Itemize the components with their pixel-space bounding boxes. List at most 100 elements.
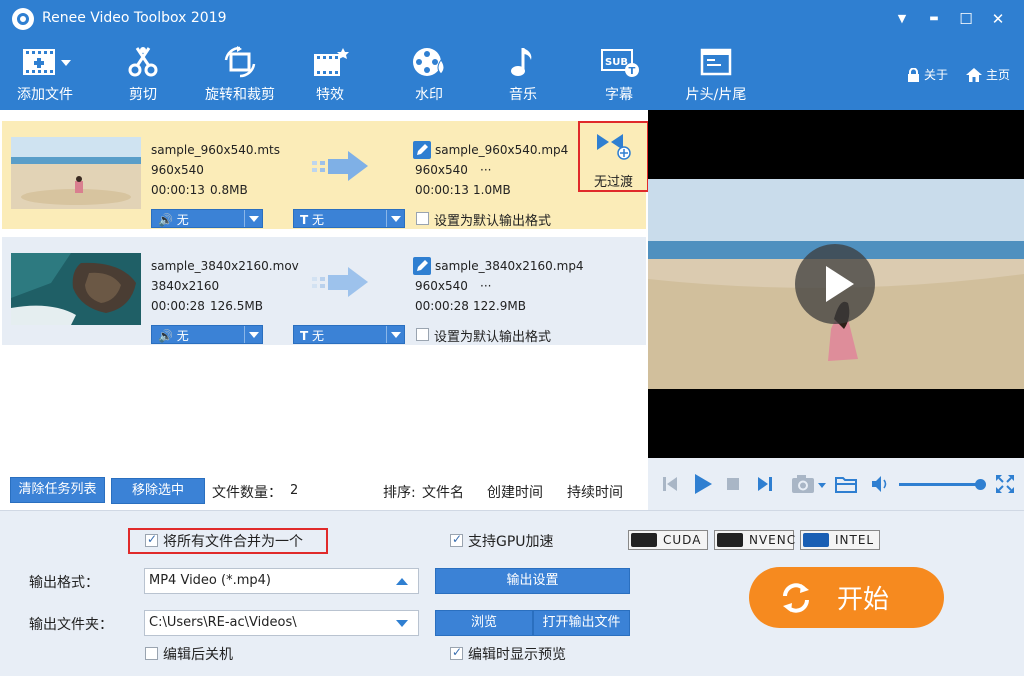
task-row[interactable]: sample_960x540.mts 960x540 00:00:13 0.8M…	[2, 121, 646, 229]
video-preview[interactable]	[648, 110, 1024, 458]
snapshot-camera-icon[interactable]	[791, 473, 827, 495]
intro-outro-label: 片头/片尾	[685, 87, 747, 103]
volume-slider-handle[interactable]	[975, 479, 986, 490]
chevron-down-icon	[396, 620, 408, 627]
sort-by-name[interactable]: 文件名	[422, 482, 464, 502]
watermark-label: 水印	[415, 87, 443, 103]
sort-label: 排序:	[383, 485, 416, 501]
window-title: Renee Video Toolbox 2019	[42, 10, 227, 26]
source-resolution: 960x540	[151, 163, 204, 177]
skip-back-icon[interactable]	[661, 475, 679, 493]
output-settings-button[interactable]: 输出设置	[435, 568, 630, 594]
output-duration: 00:00:28	[415, 299, 469, 313]
add-file-button[interactable]: 添加文件	[12, 46, 78, 106]
play-overlay-button[interactable]	[795, 244, 875, 324]
transition-button[interactable]: 无过渡	[578, 121, 649, 192]
rotate-crop-label: 旋转和裁剪	[205, 87, 275, 103]
output-more-button[interactable]: ···	[480, 279, 491, 293]
set-default-checkbox[interactable]	[416, 328, 429, 341]
remove-selected-button[interactable]: 移除选中	[111, 478, 205, 504]
music-label: 音乐	[509, 87, 537, 103]
home-link[interactable]: 主页	[966, 66, 1010, 83]
rotate-crop-button[interactable]: 旋转和裁剪	[200, 46, 280, 106]
audio-track-dropdown[interactable]: 🔊 无	[151, 209, 263, 228]
output-format-value: MP4 Video (*.mp4)	[149, 573, 271, 588]
output-more-button[interactable]: ···	[480, 163, 491, 177]
close-button[interactable]: ✕	[985, 6, 1011, 32]
chevron-down-icon	[386, 210, 404, 227]
subtitle-icon: SUB T	[601, 49, 639, 77]
output-folder-label: 输出文件夹：	[29, 617, 113, 633]
effects-button[interactable]: 特效	[297, 46, 363, 106]
scissors-icon	[128, 47, 158, 77]
sort-by-created[interactable]: 创建时间	[487, 482, 543, 502]
source-file-name: sample_3840x2160.mov	[151, 259, 299, 273]
sort-by-duration[interactable]: 持续时间	[567, 482, 623, 502]
start-label: 开始	[837, 585, 890, 615]
nvidia-icon	[631, 533, 657, 547]
merge-files-checkbox[interactable]	[145, 532, 158, 547]
about-link[interactable]: 关于	[907, 66, 948, 83]
svg-text:SUB: SUB	[605, 57, 628, 68]
intro-outro-button[interactable]: 片头/片尾	[680, 46, 752, 106]
start-button[interactable]: 开始	[749, 567, 944, 628]
set-default-checkbox[interactable]	[416, 212, 429, 225]
output-file-name: sample_3840x2160.mp4	[435, 259, 584, 273]
menu-dropdown-icon[interactable]: ▼	[889, 6, 915, 32]
music-button[interactable]: 音乐	[490, 46, 556, 106]
subtitle-track-dropdown[interactable]: T 无	[293, 325, 405, 344]
minimize-button[interactable]: ▬	[921, 6, 947, 32]
maximize-button[interactable]: ☐	[953, 6, 979, 32]
subtitle-button[interactable]: SUB T 字幕	[586, 46, 652, 106]
output-folder-select[interactable]: C:\Users\RE-ac\Videos\	[144, 610, 419, 636]
fullscreen-icon[interactable]	[995, 474, 1015, 494]
subtitle-label: 字幕	[605, 87, 633, 103]
output-duration: 00:00:13	[415, 183, 469, 197]
chevron-down-icon	[244, 210, 262, 227]
source-duration: 00:00:28	[151, 299, 205, 313]
output-format-select[interactable]: MP4 Video (*.mp4)	[144, 568, 419, 594]
effects-label: 特效	[316, 87, 344, 103]
set-default-label: 设置为默认输出格式	[434, 214, 552, 229]
merge-files-label: 将所有文件合并为一个	[163, 534, 303, 550]
convert-arrow-icon	[312, 267, 368, 297]
browse-button[interactable]: 浏览	[435, 610, 533, 636]
file-count-value: 2	[290, 483, 299, 498]
task-row[interactable]: sample_3840x2160.mov 3840x2160 00:00:28 …	[2, 237, 646, 345]
audio-track-value: 无	[176, 213, 189, 227]
clear-list-button[interactable]: 清除任务列表	[10, 477, 105, 503]
show-preview-checkbox[interactable]	[450, 645, 463, 660]
output-resolution: 960x540	[415, 279, 468, 293]
play-icon[interactable]	[693, 473, 713, 495]
shutdown-after-checkbox[interactable]	[145, 647, 158, 660]
audio-track-dropdown[interactable]: 🔊 无	[151, 325, 263, 344]
volume-slider[interactable]	[899, 483, 981, 486]
gpu-acceleration-checkbox[interactable]	[450, 532, 463, 547]
cut-button[interactable]: 剪切	[110, 46, 176, 106]
edit-output-icon[interactable]	[413, 141, 431, 159]
volume-icon[interactable]	[871, 475, 891, 493]
source-size: 0.8MB	[210, 183, 248, 197]
watermark-button[interactable]: 水印	[396, 46, 462, 106]
edit-output-icon[interactable]	[413, 257, 431, 275]
video-thumbnail[interactable]	[11, 137, 141, 209]
output-format-label: 输出格式：	[29, 575, 99, 591]
audio-track-value: 无	[176, 329, 189, 343]
source-duration: 00:00:13	[151, 183, 205, 197]
player-controls	[648, 458, 1024, 510]
cut-label: 剪切	[129, 87, 157, 103]
skip-forward-icon[interactable]	[756, 475, 774, 493]
nvidia-icon	[717, 533, 743, 547]
open-output-folder-button[interactable]: 打开输出文件	[533, 610, 630, 636]
source-file-name: sample_960x540.mts	[151, 143, 280, 157]
open-folder-icon[interactable]	[835, 474, 857, 494]
shutdown-after-label: 编辑后关机	[163, 647, 233, 663]
output-file-name: sample_960x540.mp4	[435, 143, 569, 157]
stop-icon[interactable]	[727, 478, 739, 490]
set-default-label: 设置为默认输出格式	[434, 330, 552, 345]
home-label: 主页	[986, 68, 1011, 82]
source-size: 126.5MB	[210, 299, 263, 313]
subtitle-track-dropdown[interactable]: T 无	[293, 209, 405, 228]
video-thumbnail[interactable]	[11, 253, 141, 325]
nvenc-badge: NVENC	[714, 530, 795, 550]
